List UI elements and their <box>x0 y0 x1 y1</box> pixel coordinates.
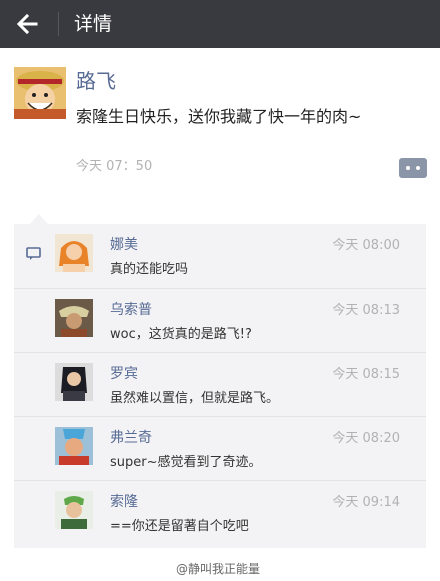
comment-time: 今天 08:13 <box>332 303 400 318</box>
top-bar: 详情 <box>0 0 440 48</box>
commenter-name[interactable]: 弗兰奇 <box>110 427 152 447</box>
post-time: 今天 07：50 <box>76 159 153 174</box>
comment-time: 今天 09:14 <box>332 495 400 510</box>
comment-time: 今天 08:15 <box>332 367 400 382</box>
comment-text: woc，这货真的是路飞!? <box>110 327 252 342</box>
commenter-avatar[interactable] <box>55 234 93 272</box>
post-author-name[interactable]: 路飞 <box>76 66 116 96</box>
commenter-name[interactable]: 乌索普 <box>110 299 152 319</box>
comment-text: super~感觉看到了奇迹。 <box>110 455 262 470</box>
comment-text: 真的还能吃吗 <box>110 262 189 277</box>
page-title: 详情 <box>74 13 113 35</box>
comments-panel: 娜美 今天 08:00 真的还能吃吗 乌索普 今天 08:13 woc，这货真的… <box>14 224 426 548</box>
comment-text: ==你还是留著自个吃吧 <box>110 519 249 534</box>
commenter-name[interactable]: 娜美 <box>110 234 138 254</box>
commenter-avatar[interactable] <box>55 299 93 337</box>
commenter-name[interactable]: 索隆 <box>110 491 138 511</box>
comment-box-arrow <box>30 214 48 224</box>
header-divider <box>58 12 59 36</box>
watermark: @静叫我正能量 <box>176 562 261 576</box>
comment-row: 索隆 今天 09:14 ==你还是留著自个吃吧 <box>14 480 426 545</box>
comment-button-icon[interactable] <box>399 158 427 178</box>
commenter-avatar[interactable] <box>55 427 93 465</box>
author-avatar[interactable] <box>14 67 66 119</box>
comment-time: 今天 08:20 <box>332 431 400 446</box>
comment-row: 娜美 今天 08:00 真的还能吃吗 <box>14 224 426 288</box>
commenter-avatar[interactable] <box>55 491 93 529</box>
post-text: 索隆生日快乐，送你我藏了快一年的肉~ <box>76 107 362 126</box>
comment-time: 今天 08:00 <box>332 238 400 253</box>
comment-row: 罗宾 今天 08:15 虽然难以置信，但就是路飞。 <box>14 352 426 417</box>
comment-row: 弗兰奇 今天 08:20 super~感觉看到了奇迹。 <box>14 416 426 481</box>
comment-text: 虽然难以置信，但就是路飞。 <box>110 391 280 406</box>
back-arrow-icon[interactable] <box>10 6 46 42</box>
commenter-name[interactable]: 罗宾 <box>110 363 138 383</box>
comment-row: 乌索普 今天 08:13 woc，这货真的是路飞!? <box>14 288 426 353</box>
commenter-avatar[interactable] <box>55 363 93 401</box>
